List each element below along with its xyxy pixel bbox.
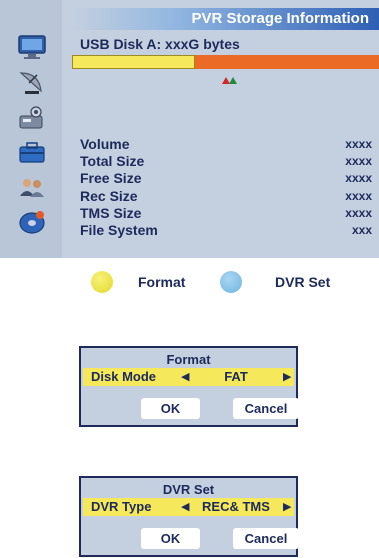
info-row: Total Size xxxx — [80, 153, 372, 170]
dvr-set-legend-label[interactable]: DVR Set — [275, 274, 330, 290]
dvr-set-dialog: DVR Set DVR Type ◀ REC& TMS ▶ OK Cancel — [79, 476, 299, 557]
info-row-label: Rec Size — [80, 187, 138, 204]
info-row-value: xxxx — [345, 205, 372, 220]
satellite-dish-icon[interactable] — [16, 68, 48, 96]
yellow-key-icon — [91, 271, 113, 293]
toolbox-icon[interactable] — [16, 138, 48, 166]
page-title: PVR Storage Information — [191, 10, 369, 27]
info-row-value: xxx — [351, 222, 372, 237]
dvr-type-label: DVR Type — [91, 499, 152, 514]
usage-markers — [219, 72, 239, 84]
info-row: Volume xxxx — [80, 136, 372, 153]
storage-info-list: Volume xxxx Total Size xxxx Free Size xxxx Rec… — [80, 136, 372, 239]
settings-tools-icon[interactable] — [16, 103, 48, 131]
info-row: File System xxx — [80, 222, 372, 239]
info-row-value: xxxx — [345, 137, 372, 151]
dvr-type-selector[interactable]: DVR Type ◀ REC& TMS ▶ — [83, 498, 294, 516]
info-row-value: xxxx — [345, 171, 372, 186]
dvr-cancel-button[interactable]: Cancel — [233, 528, 299, 549]
format-dialog: Format Disk Mode ◀ FAT ▶ OK Cancel — [79, 346, 299, 427]
disk-label: USB Disk A: xxxG bytes — [80, 36, 240, 52]
users-icon[interactable] — [16, 173, 48, 201]
pvr-storage-panel: PVR Storage Information USB Disk A: xxxG… — [0, 0, 379, 258]
info-row-label: Total Size — [80, 153, 145, 170]
arrow-right-icon[interactable]: ▶ — [283, 498, 291, 516]
side-menu — [0, 0, 62, 258]
info-row-label: Volume — [80, 136, 130, 152]
disk-mode-value: FAT — [224, 369, 248, 384]
storage-used-fill — [72, 55, 195, 69]
info-row-value: xxxx — [345, 154, 372, 169]
info-row-label: TMS Size — [80, 204, 142, 221]
info-row-label: File System — [80, 221, 158, 238]
disk-mode-selector[interactable]: Disk Mode ◀ FAT ▶ — [83, 368, 294, 386]
format-legend-label[interactable]: Format — [138, 274, 185, 290]
format-dialog-title: Format — [166, 352, 211, 367]
format-cancel-button[interactable]: Cancel — [233, 398, 299, 419]
dvr-set-dialog-title: DVR Set — [162, 482, 215, 497]
disk-mode-label: Disk Mode — [91, 369, 157, 384]
info-row: Free Size xxxx — [80, 170, 372, 187]
disk-record-icon[interactable] — [16, 208, 48, 236]
info-row-value: xxxx — [345, 188, 372, 203]
color-key-legend: Format DVR Set — [0, 270, 379, 296]
arrow-right-icon[interactable]: ▶ — [283, 368, 291, 386]
dvr-type-value: REC& TMS — [202, 499, 270, 514]
dvr-ok-button[interactable]: OK — [141, 528, 200, 549]
arrow-left-icon[interactable]: ◀ — [181, 368, 189, 386]
info-row-label: Free Size — [80, 170, 142, 187]
format-ok-button[interactable]: OK — [141, 398, 200, 419]
info-row: Rec Size xxxx — [80, 188, 372, 205]
blue-key-icon — [220, 271, 242, 293]
info-row: TMS Size xxxx — [80, 205, 372, 222]
arrow-left-icon[interactable]: ◀ — [181, 498, 189, 516]
title-bar: PVR Storage Information — [72, 8, 379, 30]
monitor-icon[interactable] — [16, 33, 48, 61]
storage-usage-bar — [72, 55, 379, 69]
